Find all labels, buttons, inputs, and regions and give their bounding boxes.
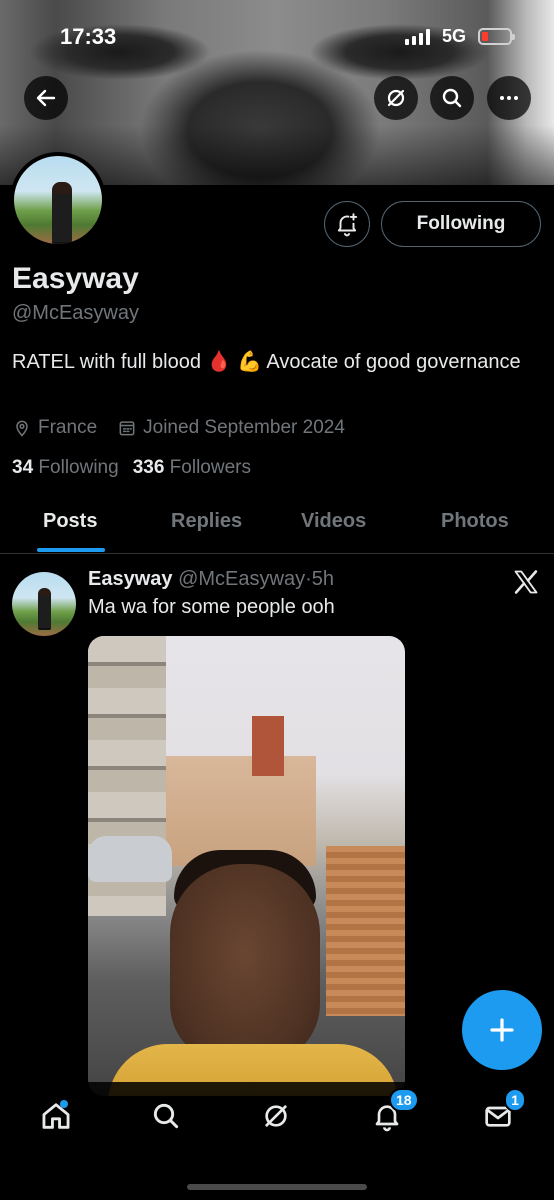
network-type: 5G <box>442 26 467 46</box>
profile-stats: 34 Following 336 Followers <box>12 457 265 479</box>
nav-notifications[interactable]: 18 <box>367 1088 419 1136</box>
notifications-toggle-button[interactable] <box>324 201 370 247</box>
bottom-nav: 18 1 <box>0 1082 554 1200</box>
following-label: Following <box>38 457 119 478</box>
back-button[interactable] <box>24 76 68 120</box>
nav-grok[interactable] <box>256 1096 296 1136</box>
battery-icon <box>478 28 515 45</box>
arrow-left-icon <box>36 89 56 107</box>
post-header: Easyway @McEasyway·5h <box>88 568 334 591</box>
following-button[interactable]: Following <box>381 201 541 247</box>
tab-photos[interactable]: Photos <box>441 510 509 533</box>
status-bar: 17:33 5G <box>0 0 554 64</box>
post-text: Ma wa for some people ooh <box>88 596 335 618</box>
followers-count: 336 <box>132 457 165 478</box>
post-author[interactable]: Easyway <box>88 568 173 590</box>
search-icon <box>442 88 462 108</box>
tab-videos[interactable]: Videos <box>301 510 366 533</box>
tab-posts[interactable]: Posts <box>43 510 97 533</box>
home-unread-dot <box>60 1100 68 1108</box>
ellipsis-icon <box>500 96 518 100</box>
profile-location: France <box>12 417 97 439</box>
post-avatar[interactable] <box>12 572 76 636</box>
profile-meta: France Joined September 2024 <box>12 417 365 439</box>
active-tab-indicator <box>37 548 105 552</box>
compose-post-button[interactable] <box>462 990 542 1070</box>
following-count-link[interactable]: 34 Following <box>12 457 119 479</box>
x-logo-icon[interactable] <box>512 568 540 596</box>
status-time: 17:33 <box>60 24 117 49</box>
signal-icon <box>405 29 430 45</box>
avatar[interactable] <box>10 152 106 248</box>
post-separator: · <box>305 568 312 590</box>
post-video[interactable] <box>88 636 405 1096</box>
slash-circle-icon <box>387 89 405 107</box>
followers-label: Followers <box>169 457 251 478</box>
location-text: France <box>38 417 98 438</box>
plus-icon <box>490 1018 514 1042</box>
search-button[interactable] <box>430 76 474 120</box>
location-pin-icon <box>16 420 28 437</box>
tab-replies[interactable]: Replies <box>171 510 242 533</box>
post-time: 5h <box>311 568 334 590</box>
profile-bio: RATEL with full blood 🩸 💪 Avocate of goo… <box>12 351 521 373</box>
more-button[interactable] <box>487 76 531 120</box>
calendar-icon <box>119 421 135 436</box>
following-count: 34 <box>12 457 34 478</box>
search-icon <box>153 1103 179 1129</box>
profile-joined: Joined September 2024 <box>117 417 345 439</box>
post-handle: @McEasyway <box>178 568 306 590</box>
joined-text: Joined September 2024 <box>143 417 345 438</box>
profile-handle: @McEasyway <box>12 302 139 324</box>
nav-home[interactable] <box>36 1096 76 1136</box>
profile-tabs: Posts Replies Videos Photos <box>0 500 554 554</box>
notifications-badge: 18 <box>389 1088 419 1112</box>
followers-count-link[interactable]: 336 Followers <box>133 457 251 479</box>
messages-badge: 1 <box>504 1088 526 1112</box>
slash-circle-icon <box>265 1105 287 1127</box>
nav-search[interactable] <box>146 1096 186 1136</box>
bell-plus-icon <box>337 213 358 237</box>
home-indicator <box>187 1184 367 1190</box>
profile-name: Easyway <box>12 262 139 295</box>
grok-button[interactable] <box>374 76 418 120</box>
nav-messages[interactable]: 1 <box>478 1088 526 1136</box>
